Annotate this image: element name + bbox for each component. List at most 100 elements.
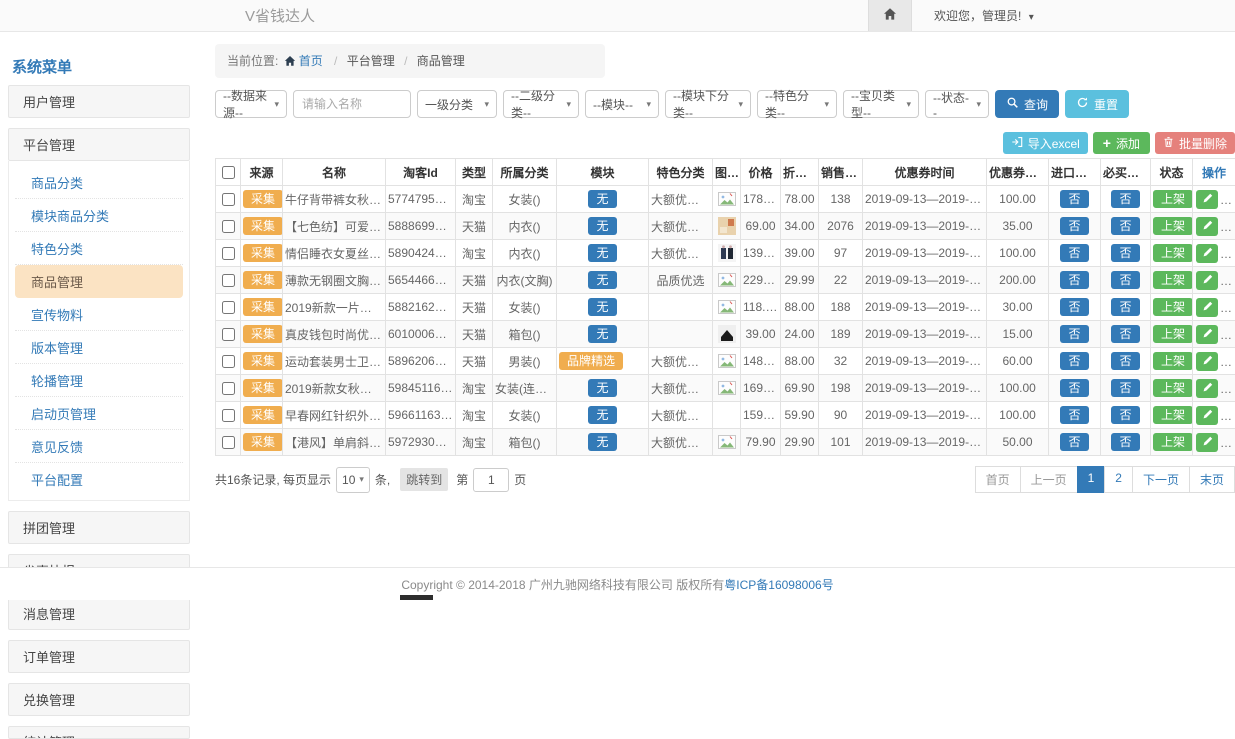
icp-link[interactable]: 粤ICP备16098006号 — [724, 576, 833, 593]
edit-button[interactable] — [1196, 298, 1218, 317]
status-toggle[interactable]: 上架 — [1153, 271, 1193, 289]
select-status[interactable]: --状态--▾ — [925, 90, 989, 118]
row-checkbox[interactable] — [222, 328, 235, 341]
sidebar-item-平台管理[interactable]: 平台管理 — [8, 128, 190, 161]
sidebar-subitem-意见反馈[interactable]: 意见反馈 — [15, 430, 183, 463]
edit-button[interactable] — [1196, 352, 1218, 371]
status-toggle[interactable]: 上架 — [1153, 379, 1193, 397]
sidebar-item-订单管理[interactable]: 订单管理 — [8, 640, 190, 673]
sidebar-item-消息管理[interactable]: 消息管理 — [8, 597, 190, 630]
import-optimal-toggle[interactable]: 否 — [1060, 190, 1088, 208]
home-button[interactable] — [868, 0, 912, 31]
row-checkbox[interactable] — [222, 274, 235, 287]
sidebar-subitem-版本管理[interactable]: 版本管理 — [15, 331, 183, 364]
edit-button[interactable] — [1196, 379, 1218, 398]
select-module-subcategory[interactable]: --模块下分类--▾ — [665, 90, 751, 118]
select-module[interactable]: --模块--▾ — [585, 90, 659, 118]
edit-button[interactable] — [1196, 244, 1218, 263]
import-optimal-toggle[interactable]: 否 — [1060, 325, 1088, 343]
import-optimal-toggle[interactable]: 否 — [1060, 244, 1088, 262]
pager-上一页[interactable]: 上一页 — [1020, 466, 1078, 493]
must-buy-toggle[interactable]: 否 — [1111, 271, 1139, 289]
pager-首页[interactable]: 首页 — [975, 466, 1021, 493]
must-buy-toggle[interactable]: 否 — [1111, 298, 1139, 316]
import-optimal-toggle[interactable]: 否 — [1060, 433, 1088, 451]
import-optimal-toggle[interactable]: 否 — [1060, 406, 1088, 424]
must-buy-toggle[interactable]: 否 — [1111, 406, 1139, 424]
import-optimal-toggle[interactable]: 否 — [1060, 352, 1088, 370]
name-search-input[interactable] — [293, 90, 411, 118]
sidebar-item-用户管理[interactable]: 用户管理 — [8, 85, 190, 118]
sidebar-item-统计管理[interactable]: 统计管理 — [8, 726, 190, 739]
must-buy-toggle[interactable]: 否 — [1111, 433, 1139, 451]
edit-button[interactable] — [1196, 217, 1218, 236]
cell-status: 上架 — [1151, 321, 1193, 348]
row-checkbox[interactable] — [222, 301, 235, 314]
import-optimal-toggle[interactable]: 否 — [1060, 217, 1088, 235]
module-badge: 品牌精选 — [559, 352, 623, 370]
row-checkbox[interactable] — [222, 355, 235, 368]
must-buy-toggle[interactable]: 否 — [1111, 379, 1139, 397]
status-toggle[interactable]: 上架 — [1153, 298, 1193, 316]
status-toggle[interactable]: 上架 — [1153, 244, 1193, 262]
status-toggle[interactable]: 上架 — [1153, 406, 1193, 424]
pager-1[interactable]: 1 — [1077, 466, 1106, 493]
row-checkbox[interactable] — [222, 382, 235, 395]
edit-button[interactable] — [1196, 406, 1218, 425]
edit-button[interactable] — [1196, 433, 1218, 452]
sidebar-item-兑换管理[interactable]: 兑换管理 — [8, 683, 190, 716]
sidebar-subitem-商品分类[interactable]: 商品分类 — [15, 166, 183, 199]
edit-button[interactable] — [1196, 190, 1218, 209]
breadcrumb-home-link[interactable]: 首页 — [284, 54, 326, 68]
status-toggle[interactable]: 上架 — [1153, 190, 1193, 208]
per-page-select[interactable]: 10 ▾ — [336, 467, 370, 493]
must-buy-toggle[interactable]: 否 — [1111, 352, 1139, 370]
sidebar-subitem-商品管理[interactable]: 商品管理 — [15, 265, 183, 298]
cell-status: 上架 — [1151, 186, 1193, 213]
sidebar-subitem-启动页管理[interactable]: 启动页管理 — [15, 397, 183, 430]
row-checkbox[interactable] — [222, 220, 235, 233]
sidebar-subitem-平台配置[interactable]: 平台配置 — [15, 463, 183, 495]
row-checkbox[interactable] — [222, 247, 235, 260]
page-number-input[interactable] — [473, 468, 509, 492]
edit-button[interactable] — [1196, 325, 1218, 344]
search-button[interactable]: 查询 — [995, 90, 1059, 118]
table-row: 采集2019新款一片式系...588216228899天猫女装()无118.00… — [216, 294, 1235, 321]
select-all-checkbox[interactable] — [222, 166, 235, 179]
status-toggle[interactable]: 上架 — [1153, 433, 1193, 451]
must-buy-toggle[interactable]: 否 — [1111, 190, 1139, 208]
status-toggle[interactable]: 上架 — [1153, 352, 1193, 370]
pager-末页[interactable]: 末页 — [1189, 466, 1235, 493]
must-buy-toggle[interactable]: 否 — [1111, 244, 1139, 262]
sidebar-subitem-特色分类[interactable]: 特色分类 — [15, 232, 183, 265]
sidebar-item-拼团管理[interactable]: 拼团管理 — [8, 511, 190, 544]
status-toggle[interactable]: 上架 — [1153, 217, 1193, 235]
user-menu[interactable]: 欢迎您，管理员! ▾ — [912, 7, 1034, 24]
row-checkbox[interactable] — [222, 409, 235, 422]
sidebar-subitem-轮播管理[interactable]: 轮播管理 — [15, 364, 183, 397]
pager-下一页[interactable]: 下一页 — [1132, 466, 1190, 493]
select-secondary-category[interactable]: --二级分类--▾ — [503, 90, 579, 118]
import-optimal-toggle[interactable]: 否 — [1060, 271, 1088, 289]
select-data-source[interactable]: --数据来源-- ▾ — [215, 90, 287, 118]
select-primary-category[interactable]: 一级分类▾ — [417, 90, 497, 118]
cell-discount-price: 24.00 — [781, 321, 819, 348]
pager-2[interactable]: 2 — [1104, 466, 1133, 493]
status-toggle[interactable]: 上架 — [1153, 325, 1193, 343]
must-buy-toggle[interactable]: 否 — [1111, 217, 1139, 235]
sidebar-subitem-模块商品分类[interactable]: 模块商品分类 — [15, 199, 183, 232]
edit-button[interactable] — [1196, 271, 1218, 290]
reset-button[interactable]: 重置 — [1065, 90, 1129, 118]
jump-to-button[interactable]: 跳转到 — [400, 468, 448, 491]
row-checkbox[interactable] — [222, 436, 235, 449]
must-buy-toggle[interactable]: 否 — [1111, 325, 1139, 343]
select-item-type[interactable]: --宝贝类型--▾ — [843, 90, 919, 118]
import-excel-button[interactable]: 导入excel — [1003, 132, 1088, 154]
import-optimal-toggle[interactable]: 否 — [1060, 379, 1088, 397]
sidebar-subitem-宣传物料[interactable]: 宣传物料 — [15, 298, 183, 331]
batch-delete-button[interactable]: 批量删除 — [1155, 132, 1235, 154]
import-optimal-toggle[interactable]: 否 — [1060, 298, 1088, 316]
row-checkbox[interactable] — [222, 193, 235, 206]
add-button[interactable]: + 添加 — [1093, 132, 1150, 154]
select-feature-category[interactable]: --特色分类--▾ — [757, 90, 837, 118]
